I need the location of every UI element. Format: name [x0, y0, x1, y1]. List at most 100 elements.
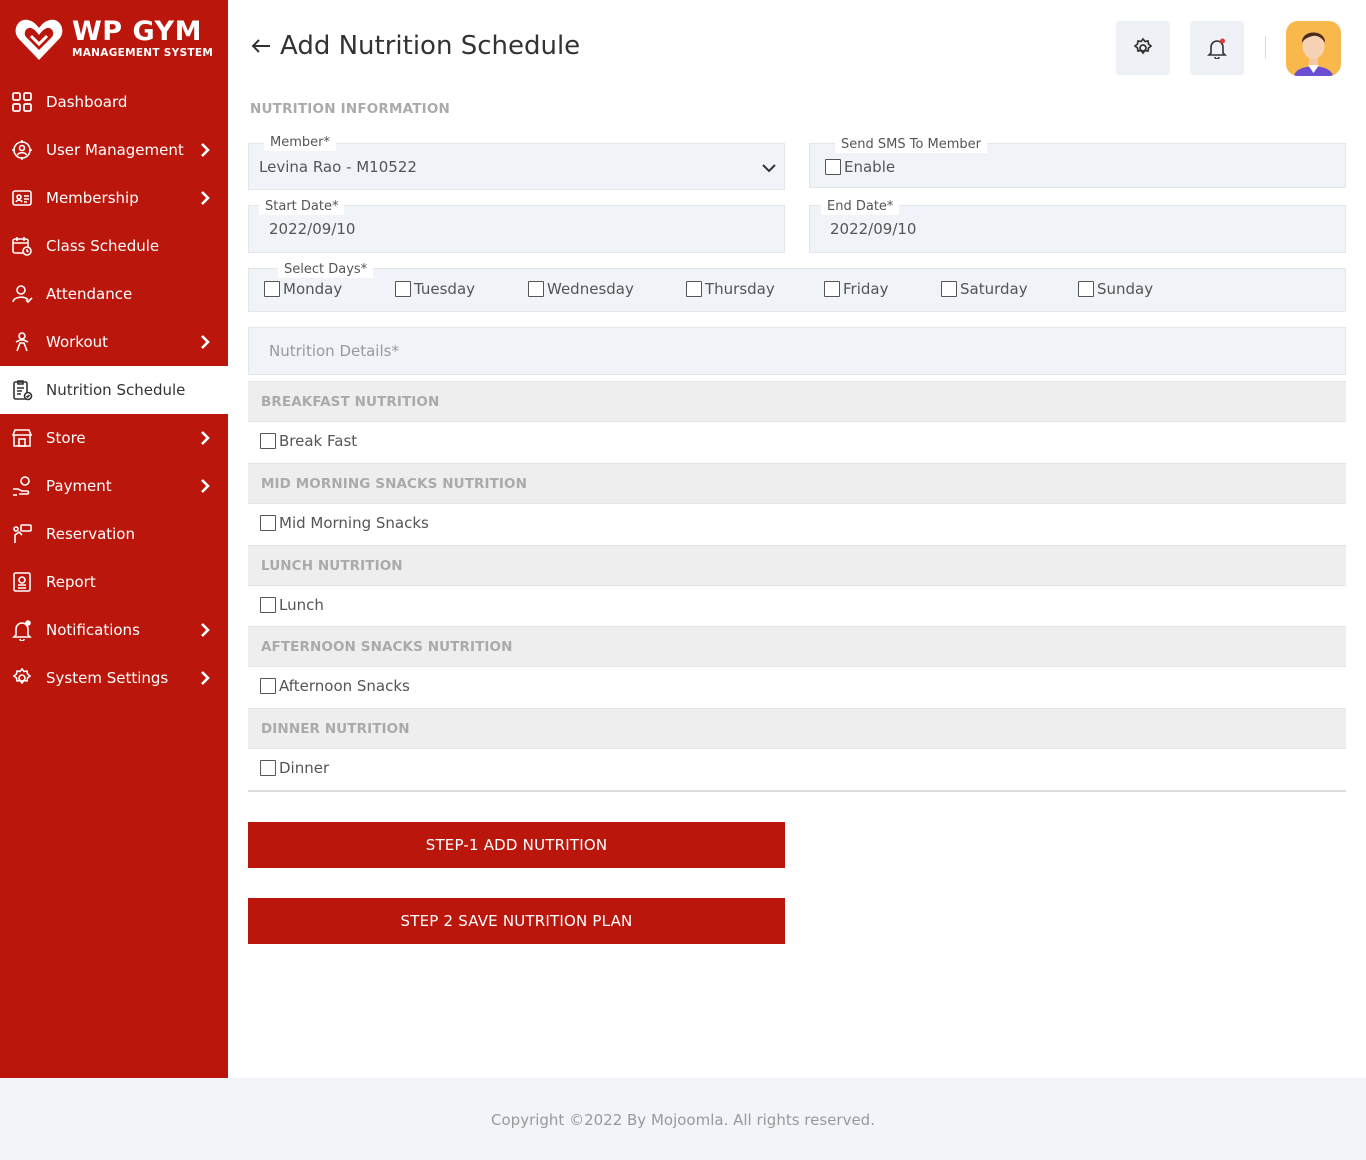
select-days-field: Select Days* Monday Tuesday Wednesday Th…: [248, 262, 1346, 312]
day-label: Friday: [843, 280, 889, 298]
dashboard-grid-icon: [10, 90, 34, 114]
add-nutrition-button[interactable]: STEP-1 ADD NUTRITION: [248, 822, 785, 868]
afternoon-snacks-checkbox[interactable]: Afternoon Snacks: [260, 677, 410, 695]
bell-icon: [10, 618, 34, 642]
checkbox-box[interactable]: [824, 281, 840, 297]
day-label: Wednesday: [547, 280, 634, 298]
checkbox-box[interactable]: [260, 597, 276, 613]
sidebar-item-label: Dashboard: [46, 93, 128, 111]
checkbox-box[interactable]: [686, 281, 702, 297]
logo-heart-icon: [15, 19, 63, 60]
back-arrow-icon[interactable]: [248, 33, 274, 59]
sidebar-item-attendance[interactable]: Attendance: [0, 270, 228, 318]
checkbox-box[interactable]: [395, 281, 411, 297]
section-header-label: DINNER NUTRITION: [261, 721, 410, 737]
day-checkbox-wednesday[interactable]: Wednesday: [528, 280, 634, 298]
nutrition-details-placeholder: Nutrition Details*: [269, 342, 399, 360]
checkbox-box[interactable]: [264, 281, 280, 297]
start-date-field[interactable]: Start Date* 2022/09/10: [248, 199, 785, 253]
checkbox-box[interactable]: [260, 515, 276, 531]
member-label: Member*: [264, 135, 336, 151]
select-days-label: Select Days*: [278, 262, 374, 278]
end-date-value: 2022/09/10: [830, 220, 917, 238]
end-date-field[interactable]: End Date* 2022/09/10: [809, 199, 1346, 253]
gear-icon: [1133, 37, 1153, 55]
sidebar-item-label: Membership: [46, 189, 139, 207]
sidebar-item-label: Workout: [46, 333, 109, 351]
store-icon: [10, 426, 34, 450]
day-label: Monday: [283, 280, 343, 298]
payment-hand-icon: [10, 474, 34, 498]
member-select[interactable]: Member* Levina Rao - M10522: [248, 135, 785, 190]
lunch-label: Lunch: [279, 596, 324, 614]
nutrition-details-field[interactable]: Nutrition Details*: [248, 327, 1346, 375]
sidebar-item-reservation[interactable]: Reservation: [0, 510, 228, 558]
sidebar-item-report[interactable]: Report: [0, 558, 228, 606]
dinner-checkbox[interactable]: Dinner: [260, 759, 329, 777]
start-date-label: Start Date*: [259, 199, 345, 215]
checkbox-box[interactable]: [941, 281, 957, 297]
sidebar: WP GYM MANAGEMENT SYSTEM Dashboard User …: [0, 0, 228, 1078]
sms-enable-checkbox[interactable]: Enable: [825, 158, 895, 176]
copyright-text: Copyright ©2022 By Mojoomla. All rights …: [491, 1111, 875, 1129]
checkbox-box[interactable]: [528, 281, 544, 297]
gear-icon: [10, 666, 34, 690]
sidebar-item-workout[interactable]: Workout: [0, 318, 228, 366]
page-header: Add Nutrition Schedule: [248, 26, 580, 66]
sidebar-item-membership[interactable]: Membership: [0, 174, 228, 222]
afternoon-snacks-section-header: AFTERNOON SNACKS NUTRITION: [248, 626, 1346, 667]
chevron-right-icon: [201, 431, 210, 445]
day-checkbox-friday[interactable]: Friday: [824, 280, 888, 298]
sms-enable-label: Enable: [844, 158, 896, 176]
sidebar-item-system-settings[interactable]: System Settings: [0, 654, 228, 702]
mid-morning-checkbox[interactable]: Mid Morning Snacks: [260, 514, 429, 532]
sidebar-item-dashboard[interactable]: Dashboard: [0, 78, 228, 126]
section-header-label: AFTERNOON SNACKS NUTRITION: [261, 639, 513, 655]
sidebar-item-label: Notifications: [46, 621, 140, 639]
checkbox-box[interactable]: [825, 159, 841, 175]
chevron-right-icon: [201, 479, 210, 493]
sidebar-menu: Dashboard User Management Membership Cla…: [0, 78, 228, 702]
breakfast-label: Break Fast: [279, 432, 358, 450]
sidebar-item-user-management[interactable]: User Management: [0, 126, 228, 174]
section-header-label: LUNCH NUTRITION: [261, 558, 403, 574]
sidebar-item-nutrition-schedule[interactable]: Nutrition Schedule: [0, 366, 228, 414]
brand[interactable]: WP GYM MANAGEMENT SYSTEM: [12, 14, 222, 66]
checkbox-box[interactable]: [1078, 281, 1094, 297]
chevron-down-icon: [762, 164, 776, 173]
checkbox-box[interactable]: [260, 678, 276, 694]
header-divider: [1265, 36, 1266, 58]
day-checkbox-monday[interactable]: Monday: [264, 280, 342, 298]
checkbox-box[interactable]: [260, 760, 276, 776]
reservation-icon: [10, 522, 34, 546]
breakfast-checkbox[interactable]: Break Fast: [260, 432, 357, 450]
report-icon: [10, 570, 34, 594]
sidebar-item-payment[interactable]: Payment: [0, 462, 228, 510]
settings-button[interactable]: [1116, 21, 1170, 75]
sidebar-item-label: Attendance: [46, 285, 133, 303]
user-check-icon: [10, 282, 34, 306]
chevron-right-icon: [201, 671, 210, 685]
section-header-label: BREAKFAST NUTRITION: [261, 394, 440, 410]
save-nutrition-plan-button[interactable]: STEP 2 SAVE NUTRITION PLAN: [248, 898, 785, 944]
day-checkbox-tuesday[interactable]: Tuesday: [395, 280, 475, 298]
avatar[interactable]: [1286, 21, 1341, 76]
member-value: Levina Rao - M10522: [259, 158, 417, 176]
lunch-checkbox[interactable]: Lunch: [260, 596, 324, 614]
sidebar-item-label: Nutrition Schedule: [46, 381, 186, 399]
day-checkbox-sunday[interactable]: Sunday: [1078, 280, 1153, 298]
app-root: WP GYM MANAGEMENT SYSTEM Dashboard User …: [0, 0, 1366, 1160]
checkbox-box[interactable]: [260, 433, 276, 449]
sidebar-item-label: Store: [46, 429, 86, 447]
afternoon-snacks-label: Afternoon Snacks: [279, 677, 410, 695]
day-checkbox-thursday[interactable]: Thursday: [686, 280, 775, 298]
sidebar-item-label: User Management: [46, 141, 184, 159]
chevron-right-icon: [201, 335, 210, 349]
sidebar-item-store[interactable]: Store: [0, 414, 228, 462]
sidebar-item-notifications[interactable]: Notifications: [0, 606, 228, 654]
sidebar-item-class-schedule[interactable]: Class Schedule: [0, 222, 228, 270]
clipboard-icon: [10, 378, 34, 402]
sidebar-item-label: System Settings: [46, 669, 169, 687]
day-checkbox-saturday[interactable]: Saturday: [941, 280, 1028, 298]
notifications-button[interactable]: [1190, 21, 1244, 75]
